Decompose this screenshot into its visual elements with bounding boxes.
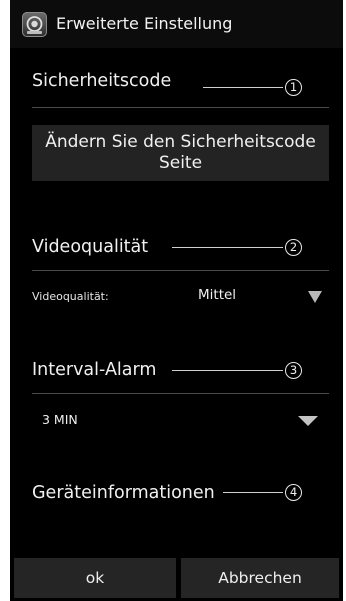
callout-line [223, 492, 283, 493]
chevron-down-icon [308, 291, 322, 303]
callout-line [203, 87, 283, 88]
section-title-interval-alarm: Interval-Alarm [32, 360, 157, 380]
callout-marker: 1 [285, 79, 302, 96]
dialog-title: Erweiterte Einstellung [56, 14, 233, 33]
section-divider [32, 393, 329, 394]
device-info-label: Geräteinformationen [32, 483, 215, 503]
section-divider [32, 270, 329, 271]
app-logo-icon [22, 12, 47, 37]
change-security-code-label-line1: Ändern Sie den Sicherheitscode [45, 132, 316, 152]
video-quality-value: Mittel [198, 287, 237, 303]
section-title-device-info[interactable]: Geräteinformationen [32, 482, 215, 504]
cancel-button[interactable]: Abbrechen [181, 558, 339, 598]
change-security-code-button[interactable]: Ändern Sie den Sicherheitscode Seite [32, 125, 329, 181]
settings-dialog: Erweiterte Einstellung Sicherheitscode 1… [10, 0, 343, 601]
video-quality-label: Videoqualität: [32, 290, 109, 303]
section-divider [32, 107, 329, 108]
callout-marker: 4 [285, 484, 302, 501]
video-quality-select[interactable]: Mittel [150, 280, 335, 314]
callout-marker: 2 [285, 239, 302, 256]
callout-marker: 3 [285, 362, 302, 379]
ok-button[interactable]: ok [14, 558, 176, 598]
callout-line [172, 370, 283, 371]
interval-alarm-select[interactable]: 3 MIN [32, 403, 335, 439]
dialog-titlebar: Erweiterte Einstellung [10, 0, 343, 48]
callout-line [172, 247, 283, 248]
section-title-security-code: Sicherheitscode [32, 71, 172, 91]
change-security-code-label-line2: Seite [158, 153, 203, 173]
chevron-down-icon [298, 416, 318, 426]
section-title-video-quality: Videoqualität [32, 237, 149, 257]
interval-alarm-value: 3 MIN [42, 412, 78, 427]
